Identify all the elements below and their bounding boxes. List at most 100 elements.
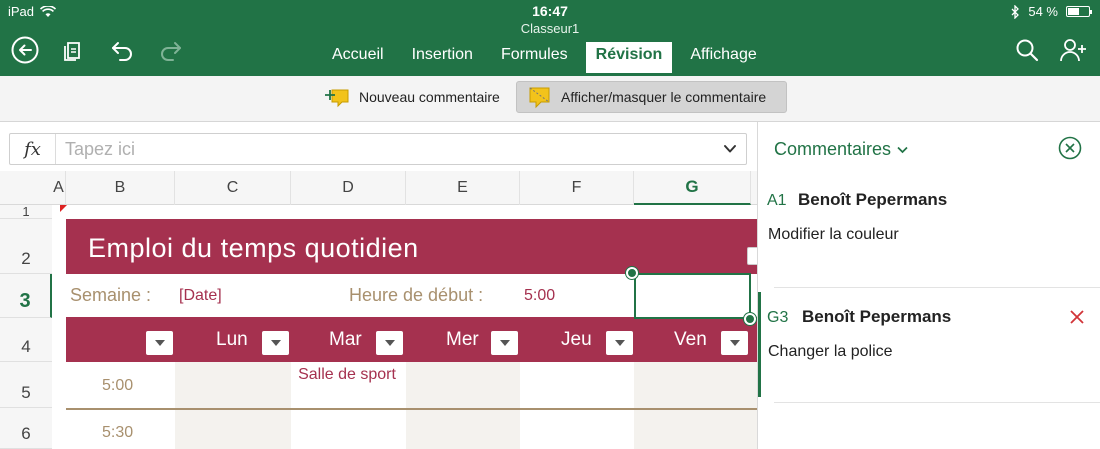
new-comment-icon xyxy=(325,89,349,108)
selected-cell-g3[interactable] xyxy=(634,273,751,319)
battery-icon xyxy=(1066,6,1092,17)
tab-accueil[interactable]: Accueil xyxy=(322,42,394,73)
toggle-comment-label: Afficher/masquer le commentaire xyxy=(561,89,767,105)
redo-button[interactable] xyxy=(157,36,185,64)
week-label: Semaine : xyxy=(70,285,152,305)
dropdown-arrow-icon xyxy=(614,340,625,346)
delete-comment-icon[interactable] xyxy=(1069,309,1085,325)
column-c-shading xyxy=(175,362,291,449)
row-header-1[interactable]: 1 xyxy=(0,204,52,219)
battery-percent: 54 % xyxy=(1028,4,1058,19)
column-header-b[interactable]: B xyxy=(66,171,175,205)
column-header-d[interactable]: D xyxy=(291,171,406,205)
day-ven: Ven xyxy=(674,329,707,350)
file-icon xyxy=(64,42,80,61)
column-header-c[interactable]: C xyxy=(175,171,291,205)
filter-dropdown-f[interactable] xyxy=(606,331,633,355)
search-button[interactable] xyxy=(1013,36,1041,64)
comment-separator xyxy=(774,287,1100,288)
event-cell[interactable]: Salle de sport xyxy=(290,365,404,385)
dropdown-arrow-icon xyxy=(499,340,510,346)
add-person-icon xyxy=(1060,39,1086,62)
row-header-3[interactable]: 3 xyxy=(0,274,52,318)
comment-text: Changer la police xyxy=(768,343,893,360)
comment-cell-ref: A1 xyxy=(767,192,787,209)
days-header-row: Lun Mar Mer Jeu Ven xyxy=(66,317,757,362)
redo-icon xyxy=(161,42,181,61)
file-menu-button[interactable] xyxy=(59,36,87,64)
filter-dropdown-c[interactable] xyxy=(262,331,289,355)
row-header-2[interactable]: 2 xyxy=(0,219,52,274)
comment-indicator-icon[interactable] xyxy=(747,247,757,265)
column-header-g[interactable]: G xyxy=(634,171,751,205)
column-header-f[interactable]: F xyxy=(520,171,634,205)
comment-marker-a1 xyxy=(60,205,67,212)
sheet-title: Emploi du temps quotidien xyxy=(88,233,419,263)
dropdown-arrow-icon xyxy=(154,340,165,346)
filter-dropdown-b[interactable] xyxy=(146,331,173,355)
close-pane-icon[interactable] xyxy=(1058,136,1082,160)
time-slot-1[interactable]: 5:00 xyxy=(102,377,133,395)
column-g-shading xyxy=(634,362,757,449)
dropdown-arrow-icon xyxy=(384,340,395,346)
comments-pane-title: Commentaires xyxy=(774,139,892,159)
bluetooth-icon xyxy=(1011,4,1020,19)
comments-pane-header[interactable]: Commentaires xyxy=(774,139,908,160)
week-value[interactable]: [Date] xyxy=(179,287,222,305)
dropdown-arrow-icon xyxy=(270,340,281,346)
tab-formules[interactable]: Formules xyxy=(491,42,578,73)
toggle-comment-button[interactable]: Afficher/masquer le commentaire xyxy=(516,81,787,113)
undo-button[interactable] xyxy=(108,36,136,64)
column-header-e[interactable]: E xyxy=(406,171,520,205)
formula-input[interactable] xyxy=(65,138,705,160)
start-time-value[interactable]: 5:00 xyxy=(524,287,555,305)
undo-icon xyxy=(112,42,132,61)
chevron-down-icon[interactable] xyxy=(722,141,738,157)
chevron-down-icon xyxy=(897,146,908,153)
column-e-shading xyxy=(406,362,520,449)
comments-pane: Commentaires A1 Benoît Pepermans Modifie… xyxy=(757,122,1100,449)
time-slot-2[interactable]: 5:30 xyxy=(102,424,133,442)
comment-separator xyxy=(774,402,1100,403)
comment-item[interactable]: G3 Benoît Pepermans Changer la police xyxy=(758,297,1100,401)
new-comment-button[interactable]: Nouveau commentaire xyxy=(313,81,510,113)
status-right: 54 % xyxy=(1011,4,1092,19)
app-header: iPad 16:47 54 % Classeur1 Accueil Insert… xyxy=(0,0,1100,76)
dropdown-arrow-icon xyxy=(729,340,740,346)
day-jeu: Jeu xyxy=(561,329,592,350)
selection-handle-top-left[interactable] xyxy=(626,267,638,279)
comment-author: Benoît Pepermans xyxy=(798,190,948,209)
row-divider xyxy=(66,408,757,410)
search-icon xyxy=(1016,39,1039,62)
start-time-label: Heure de début : xyxy=(349,285,484,305)
column-headers: A B C D E F G xyxy=(0,171,757,205)
new-comment-label: Nouveau commentaire xyxy=(359,89,500,105)
day-mar: Mar xyxy=(329,329,362,350)
filter-dropdown-d[interactable] xyxy=(376,331,403,355)
tab-insertion[interactable]: Insertion xyxy=(402,42,483,73)
share-button[interactable] xyxy=(1060,36,1088,64)
ribbon-tabs: Accueil Insertion Formules Révision Affi… xyxy=(322,42,775,73)
tab-revision[interactable]: Révision xyxy=(585,42,673,73)
day-mer: Mer xyxy=(446,329,479,350)
title-cell[interactable]: Emploi du temps quotidien xyxy=(66,219,757,274)
comment-author: Benoît Pepermans xyxy=(802,307,952,326)
back-arrow-icon xyxy=(11,36,39,64)
fx-button[interactable]: fx xyxy=(10,134,56,164)
clock: 16:47 xyxy=(532,3,568,19)
spreadsheet-grid[interactable]: Emploi du temps quotidien Semaine : [Dat… xyxy=(52,205,757,449)
row-header-6[interactable]: 6 xyxy=(0,408,52,449)
review-ribbon: Nouveau commentaire Afficher/masquer le … xyxy=(0,76,1100,122)
comment-item[interactable]: A1 Benoît Pepermans Modifier la couleur xyxy=(758,180,1100,284)
tab-affichage[interactable]: Affichage xyxy=(680,42,766,73)
selection-handle-bottom-right[interactable] xyxy=(744,313,756,325)
row-header-5[interactable]: 5 xyxy=(0,362,52,408)
day-lun: Lun xyxy=(216,329,248,350)
show-hide-comment-icon xyxy=(529,87,550,109)
row-header-4[interactable]: 4 xyxy=(0,318,52,362)
back-button[interactable] xyxy=(11,36,39,64)
column-header-a[interactable]: A xyxy=(52,171,66,205)
filter-dropdown-g[interactable] xyxy=(721,331,748,355)
comment-cell-ref: G3 xyxy=(767,309,789,326)
filter-dropdown-e[interactable] xyxy=(491,331,518,355)
